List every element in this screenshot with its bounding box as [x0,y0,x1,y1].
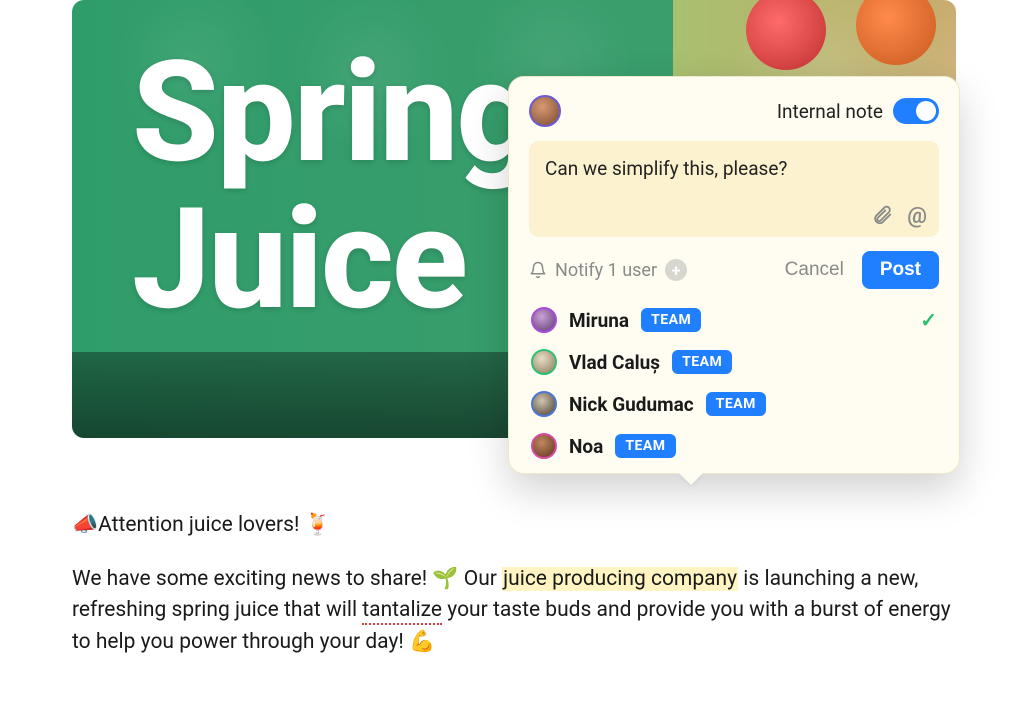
internal-note-label: Internal note [777,100,883,123]
drink-emoji: 🍹 [305,513,331,537]
attachment-icon[interactable] [871,204,893,229]
attention-text: 📣Attention juice lovers! [72,513,305,537]
comment-popover: Internal note Can we simplify this, plea… [508,76,960,474]
user-avatar [531,391,557,417]
fruit-decor [746,0,826,70]
bell-icon [529,261,547,279]
button-row: Cancel Post [785,251,939,289]
post-line-2: We have some exciting news to share! 🌱 O… [72,564,956,659]
author-avatar[interactable] [529,95,561,127]
hero-title: Spring Juice [132,40,535,334]
team-badge: TEAM [641,308,701,332]
post-button[interactable]: Post [862,251,939,289]
post-line-1: 📣Attention juice lovers! 🍹 [72,510,956,542]
note-text[interactable]: Can we simplify this, please? [545,157,923,180]
spellcheck-word[interactable]: tantalize [362,598,442,625]
user-name: Miruna [569,309,629,332]
team-badge: TEAM [672,350,732,374]
fruit-decor [856,0,936,65]
internal-note-control: Internal note [777,98,939,124]
user-name: Noa [569,435,603,458]
cancel-button[interactable]: Cancel [785,259,844,281]
notify-user-list: Miruna TEAM ✓ Vlad Caluș TEAM Nick Gudumac TEA… [529,303,939,465]
user-avatar [531,307,557,333]
post-body[interactable]: 📣Attention juice lovers! 🍹 We have some … [72,510,956,680]
post-text: We have some exciting news to share! 🌱 O… [72,567,502,591]
team-badge: TEAM [706,392,766,416]
notify-control[interactable]: Notify 1 user + [529,259,687,281]
hero-title-line2: Juice [132,178,466,342]
popover-header: Internal note [529,95,939,127]
mention-icon[interactable]: @ [907,204,927,229]
add-notify-user-button[interactable]: + [665,259,687,281]
note-tools: @ [871,204,927,229]
hero-title-line1: Spring [132,31,535,195]
user-list-item[interactable]: Vlad Caluș TEAM [531,349,937,375]
note-input[interactable]: Can we simplify this, please? @ [529,141,939,237]
user-avatar [531,349,557,375]
user-name: Vlad Caluș [569,351,660,374]
user-list-item[interactable]: Nick Gudumac TEAM [531,391,937,417]
team-badge: TEAM [615,434,675,458]
check-icon: ✓ [920,308,937,332]
internal-note-toggle[interactable] [893,98,939,124]
user-list-item[interactable]: Miruna TEAM ✓ [531,307,937,333]
notify-label: Notify 1 user [555,260,657,281]
commented-highlight[interactable]: juice producing company [502,567,738,591]
popover-actions: Notify 1 user + Cancel Post [529,251,939,289]
user-list-item[interactable]: Noa TEAM [531,433,937,459]
user-avatar [531,433,557,459]
user-name: Nick Gudumac [569,393,694,416]
